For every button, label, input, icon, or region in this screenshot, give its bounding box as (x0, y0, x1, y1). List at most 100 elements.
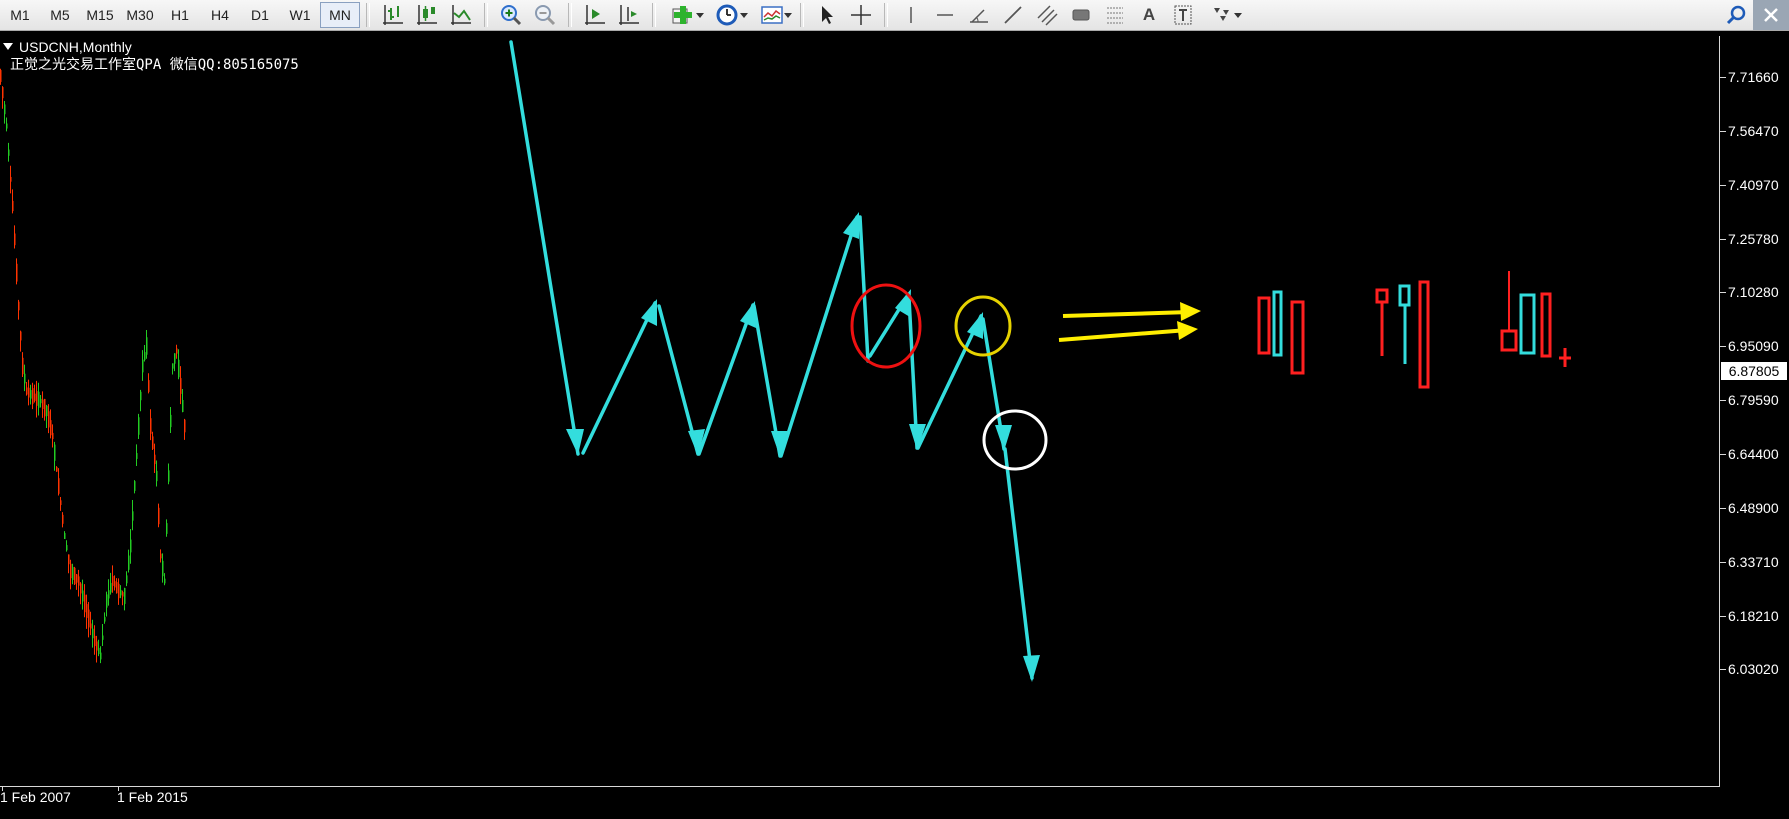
arrows-dropdown[interactable] (1200, 1, 1244, 29)
equidistant-channel-tool[interactable] (1030, 1, 1064, 29)
text-label-icon (1174, 5, 1192, 25)
price-label: 6.64400 (1728, 446, 1779, 462)
timeframe-mn[interactable]: MN (320, 2, 360, 28)
candle-body (112, 576, 114, 586)
cursor-tool[interactable] (810, 1, 844, 29)
candle-body (148, 380, 150, 392)
timeframe-m15[interactable]: M15 (80, 2, 120, 28)
price-label: 6.79590 (1728, 392, 1779, 408)
timeframe-m30[interactable]: M30 (120, 2, 160, 28)
candle-body (42, 399, 44, 410)
candle-body (134, 481, 136, 491)
price-tick (1720, 131, 1726, 132)
candle-body (82, 590, 84, 602)
price-label: 6.95090 (1728, 338, 1779, 354)
price-tick (1720, 77, 1726, 78)
candle-body (180, 378, 182, 394)
timeframe-d1[interactable]: D1 (240, 2, 280, 28)
cursor-arrow-icon (822, 6, 833, 24)
horizontal-line-tool[interactable] (928, 1, 962, 29)
candle-body (174, 353, 176, 364)
candlestick-chart-button[interactable] (410, 1, 444, 29)
candle-body (118, 583, 120, 599)
candle-body (64, 533, 66, 539)
rectangle-icon (1072, 9, 1090, 21)
candle-body (6, 123, 8, 129)
chart-shift-icon (619, 5, 639, 25)
candle-body (142, 359, 144, 373)
vertical-line-tool[interactable] (894, 1, 928, 29)
candle-body (122, 592, 124, 597)
auto-scroll-button[interactable] (578, 1, 612, 29)
candle-body (98, 647, 100, 655)
bar-chart-button[interactable] (376, 1, 410, 29)
toolbar-separator (366, 3, 370, 27)
chart-plot-area[interactable]: USDCNH,Monthly 正觉之光交易工作室QPA 微信QQ:8051650… (0, 36, 1720, 787)
fibonacci-icon (1107, 7, 1123, 24)
candle-body (24, 373, 26, 384)
price-tick (1720, 400, 1726, 401)
price-tick (1720, 562, 1726, 563)
chevron-down-icon (696, 13, 704, 18)
candle-body (62, 514, 64, 524)
zoom-in-button[interactable] (494, 1, 528, 29)
chart-shift-button[interactable] (612, 1, 646, 29)
candle-body (12, 200, 14, 212)
candle-body (30, 390, 32, 399)
zoom-out-button[interactable] (528, 1, 562, 29)
symbol-label: USDCNH,Monthly (3, 39, 132, 55)
candle-body (154, 454, 156, 464)
timeframe-h4[interactable]: H4 (200, 2, 240, 28)
text-label-tool[interactable] (1166, 1, 1200, 29)
candle-body (40, 398, 42, 404)
price-tick (1720, 239, 1726, 240)
candle-body (70, 563, 72, 579)
templates-dropdown[interactable] (750, 1, 794, 29)
candle-pattern-group-3 (1500, 271, 1571, 367)
candle-body (72, 567, 74, 580)
candle-body (58, 478, 60, 494)
horizontal-line-icon (937, 14, 953, 16)
timeframe-m5[interactable]: M5 (40, 2, 80, 28)
timeframe-h1[interactable]: H1 (160, 2, 200, 28)
candle-body (104, 617, 106, 622)
search-icon (1726, 5, 1746, 25)
current-price-label: 6.87805 (1721, 362, 1787, 380)
search-button[interactable] (1719, 1, 1753, 29)
auto-scroll-icon (585, 5, 605, 25)
candle-body (86, 604, 88, 618)
rectangle-tool[interactable] (1064, 1, 1098, 29)
bar-chart-icon (383, 5, 403, 25)
candle-body (2, 87, 4, 99)
timeframe-m1[interactable]: M1 (0, 2, 40, 28)
zigzag-arrowheads (566, 212, 1040, 682)
candle-pattern-group-2 (1375, 280, 1430, 389)
candle-body (178, 359, 180, 378)
candle-body (84, 594, 86, 613)
candle-body (136, 453, 138, 459)
text-tool[interactable]: A (1132, 1, 1166, 29)
candle-body (128, 555, 130, 570)
candle-body (4, 104, 6, 115)
periods-dropdown[interactable] (706, 1, 750, 29)
fibonacci-tool[interactable] (1098, 1, 1132, 29)
candle-body (22, 357, 24, 375)
line-chart-icon (451, 5, 471, 25)
timeframe-w1[interactable]: W1 (280, 2, 320, 28)
indicators-dropdown[interactable] (662, 1, 706, 29)
price-tick (1720, 669, 1726, 670)
candle-body (176, 348, 178, 354)
crosshair-tool[interactable] (844, 1, 878, 29)
candle-body (88, 609, 90, 628)
line-chart-button[interactable] (444, 1, 478, 29)
chart-window[interactable]: USDCNH,Monthly 正觉之光交易工作室QPA 微信QQ:8051650… (0, 31, 1789, 819)
close-button[interactable] (1753, 0, 1789, 30)
toolbar-separator (800, 3, 804, 27)
candle-body (80, 583, 82, 594)
angle-line-tool[interactable] (962, 1, 996, 29)
trendline-tool[interactable] (996, 1, 1030, 29)
candle-body (92, 628, 94, 639)
candle-body (14, 233, 16, 246)
candle-body (44, 398, 46, 417)
candle-body (110, 582, 112, 593)
